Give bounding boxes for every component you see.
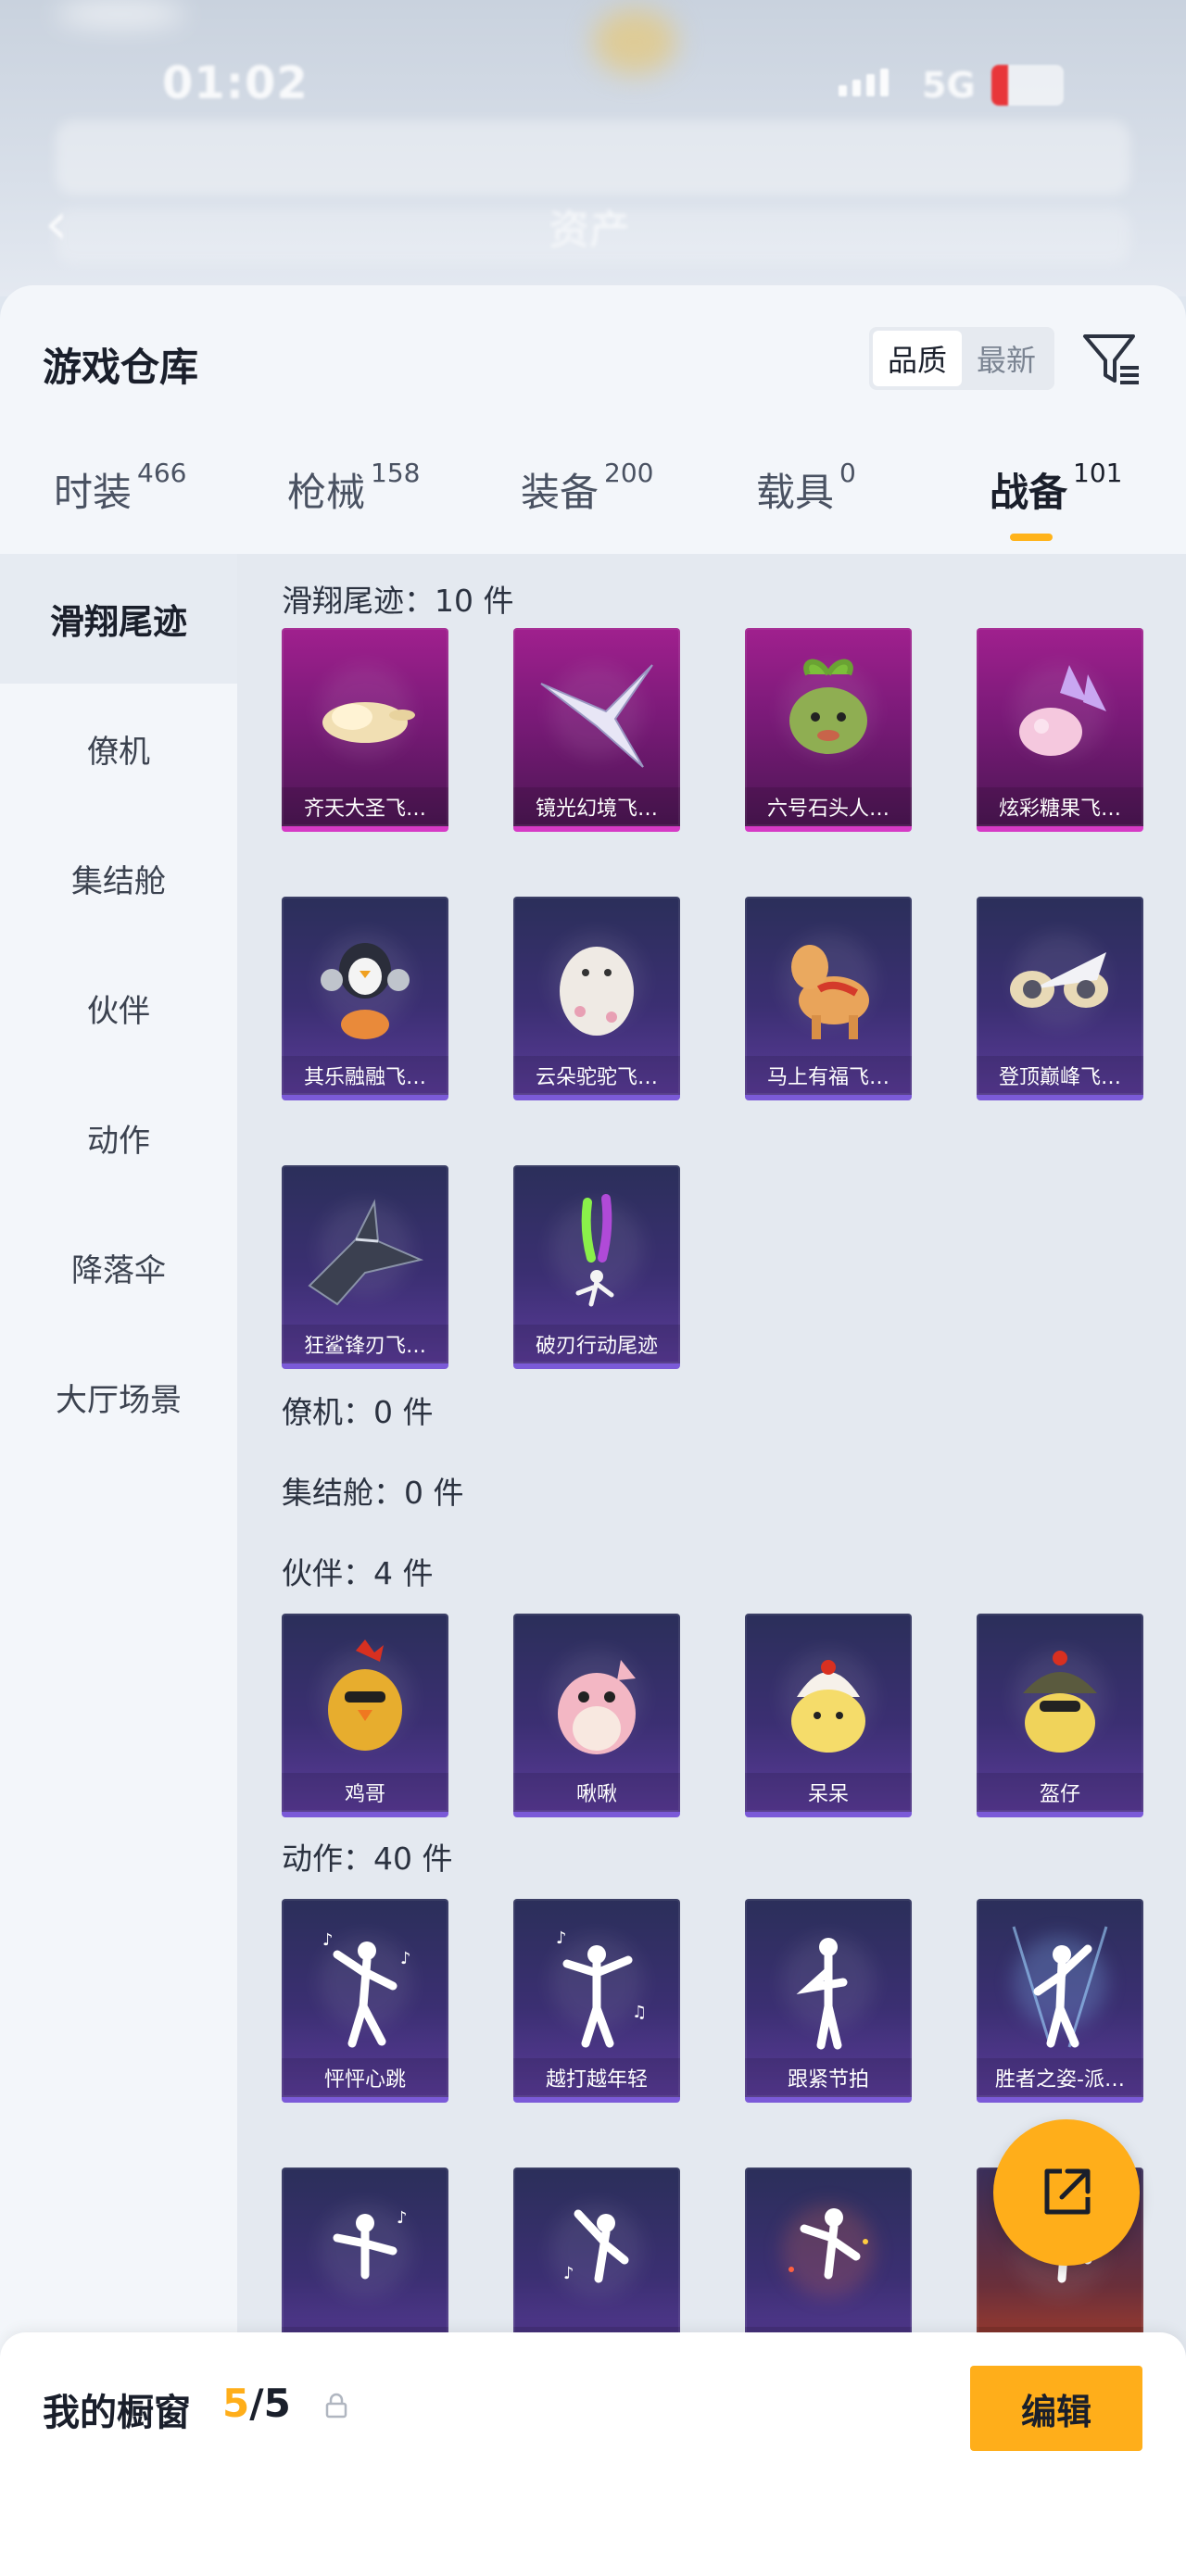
fluffy-alpaca-icon [560,947,634,1036]
item-card[interactable]: 登顶巅峰飞… [977,897,1143,1100]
item-card[interactable]: 炫彩糖果飞… [977,628,1143,832]
dancer-silhouette-icon: ♪ [563,2209,629,2283]
svg-text:♪: ♪ [556,1929,567,1948]
lucky-horse-icon [791,945,869,1039]
item-card[interactable]: 云朵驼驼飞… [513,897,680,1100]
item-card[interactable]: 齐天大圣飞… [282,628,448,832]
item-card[interactable]: 马上有福飞… [745,897,912,1100]
sidebar-item-parachute[interactable]: 降落伞 [0,1202,237,1332]
dancer-silhouette-icon: ♪♪ [322,1930,411,2048]
item-card[interactable]: 胜者之姿-派… [977,1899,1143,2103]
status-time: 01:02 [162,57,309,109]
item-card[interactable]: 其乐融融飞… [282,897,448,1100]
share-button[interactable] [993,2119,1140,2266]
lock-icon [325,2393,347,2419]
svg-text:♪: ♪ [400,1949,411,1968]
tab-combat-gear[interactable]: 战备 101 [990,458,1122,554]
active-tab-indicator [1010,534,1053,541]
smoke-trail-icon [575,1194,614,1307]
crystal-wing-icon [540,664,653,768]
item-card[interactable]: ♪ ♪ 怦怦心跳 [282,1899,448,2103]
binocular-glider-icon [1010,952,1108,1008]
blurred-header-backdrop: 01:02 5G ‹ 资产 [0,0,1186,296]
item-card[interactable]: 狂鲨锋刃飞… [282,1165,448,1369]
sidebar-item-emote[interactable]: 动作 [0,1073,237,1202]
cloud-trail-icon [322,702,415,743]
item-card[interactable]: 破刃行动尾迹 [513,1165,680,1369]
sidebar-item-glide-trail[interactable]: 滑翔尾迹 [0,554,237,684]
sidebar-item-partner[interactable]: 伙伴 [0,943,237,1073]
candy-trail-icon [1019,665,1106,756]
svg-text:♪: ♪ [397,2208,408,2228]
svg-text:♪: ♪ [563,2264,574,2283]
helmet-chick-icon [1023,1651,1097,1753]
showcase-bar: 我的橱窗 5/5 编辑 [0,2332,1186,2576]
section-title-emote: 动作：40 件 [282,1841,453,1877]
showcase-count: 5/5 [222,2381,291,2426]
stone-golem-icon [789,659,867,754]
subcategory-sidebar: 滑翔尾迹 僚机 集结舱 伙伴 动作 降落伞 大厅场景 [0,554,237,2576]
sidebar-item-pod[interactable]: 集结舱 [0,813,237,943]
item-card[interactable]: 六号石头人… [745,628,912,832]
sidebar-item-lobby-scene[interactable]: 大厅场景 [0,1332,237,1462]
item-card[interactable]: 啾啾 [513,1614,680,1817]
edit-button[interactable]: 编辑 [970,2366,1142,2451]
section-title-pod: 集结舱：0 件 [282,1475,464,1511]
rooster-icon [328,1640,402,1751]
section-title-wingman: 僚机：0 件 [282,1394,434,1430]
shark-blade-icon [308,1199,424,1306]
chevron-left-icon[interactable]: ‹ [44,190,69,258]
item-card[interactable]: 盔仔 [977,1614,1143,1817]
dancer-silhouette-icon [789,2208,868,2280]
dancer-silhouette-icon [1012,1926,1108,2048]
sidebar-item-wingman[interactable]: 僚机 [0,684,237,813]
item-grid-area: 滑翔尾迹：10 件 齐天大圣飞… 镜光幻境飞… 六号石头人… 炫彩糖果飞… 其乐… [237,554,1186,2576]
section-title-partner: 伙伴：4 件 [282,1555,434,1591]
svg-text:♫: ♫ [632,2003,647,2022]
item-card[interactable]: 镜光幻境飞… [513,628,680,832]
filter-list-icon[interactable] [1079,327,1144,392]
pink-bird-icon [558,1660,636,1754]
tab-guns[interactable]: 枪械 158 [287,458,420,554]
sort-latest-button[interactable]: 最新 [962,331,1051,386]
sort-toggle: 品质 最新 [869,327,1054,390]
svg-text:♪: ♪ [322,1930,334,1950]
battery-icon [991,65,1064,106]
section-title-glide-trail: 滑翔尾迹：10 件 [282,583,514,619]
dancer-silhouette-icon: ♪♫ [556,1929,647,2048]
item-card[interactable]: 鸡哥 [282,1614,448,1817]
tab-fashion[interactable]: 时装 466 [54,458,186,554]
signal-icon [839,69,889,96]
tab-vehicles[interactable]: 载具 0 [756,458,856,554]
dancer-silhouette-icon: ♪ [333,2208,408,2280]
egg-chick-icon [791,1660,865,1753]
item-card[interactable]: ♪ ♫ 越打越年轻 [513,1899,680,2103]
category-tabs: 时装 466 枪械 158 装备 200 载具 0 战备 101 [0,458,1186,554]
dancer-silhouette-icon [796,1938,848,2050]
item-card[interactable]: 跟紧节拍 [745,1899,912,2103]
item-card[interactable]: 呆呆 [745,1614,912,1817]
sheet-title: 游戏仓库 [43,345,199,390]
penguin-icon [321,943,410,1039]
network-type: 5G [922,65,976,106]
showcase-label: 我的橱窗 [43,2392,191,2434]
share-external-icon [1044,2168,1091,2215]
page-title: 资产 [549,207,630,254]
sort-quality-button[interactable]: 品质 [873,331,962,386]
tab-equipment[interactable]: 装备 200 [521,458,653,554]
